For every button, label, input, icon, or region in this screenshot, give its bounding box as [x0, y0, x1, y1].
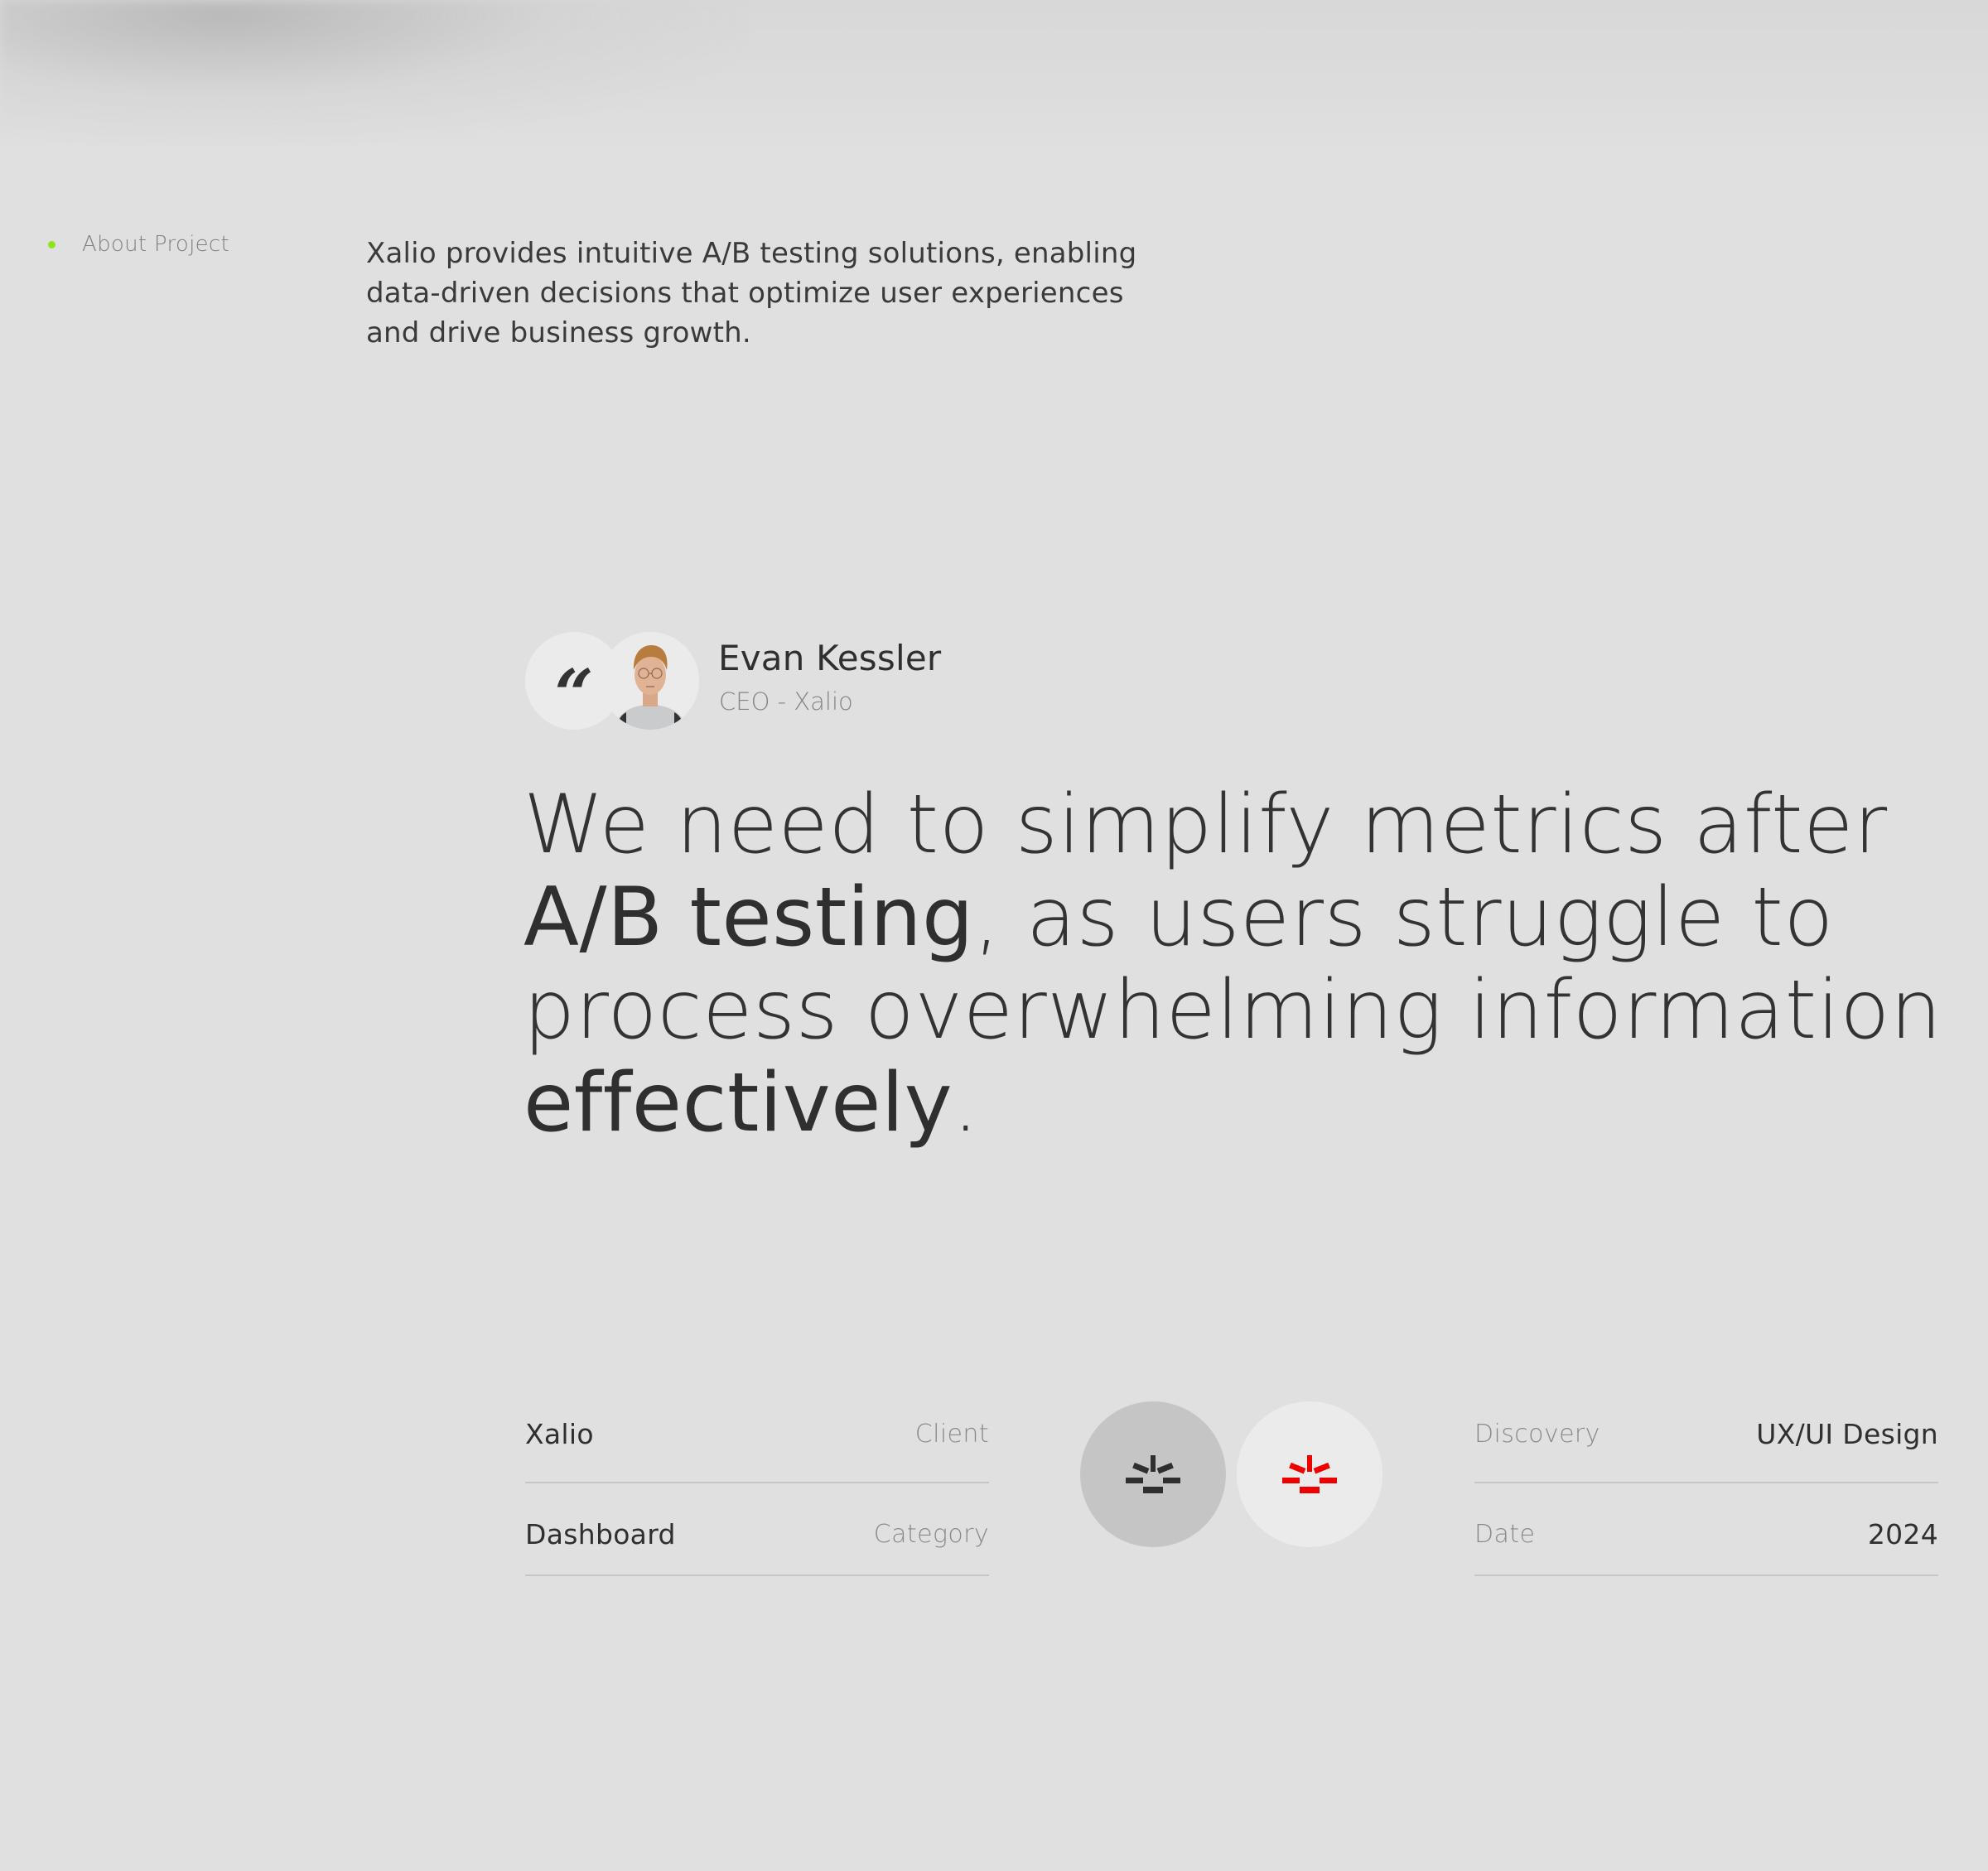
- detail-row-client: Xalio Client: [525, 1390, 989, 1483]
- avatar-photo: [601, 632, 699, 730]
- testimonial-quote: We need to simplify metrics after A/B te…: [524, 779, 1965, 1150]
- category-label: Category: [873, 1519, 989, 1549]
- project-details-left: Xalio Client Dashboard Category: [525, 1390, 989, 1576]
- quote-open-icon: “: [554, 655, 594, 735]
- discovery-label: Discovery: [1474, 1420, 1600, 1449]
- quote-emphasis: A/B testing: [524, 870, 974, 965]
- quote-segment: We need to simplify metrics after: [524, 778, 1888, 872]
- client-value: Xalio: [525, 1418, 594, 1450]
- detail-row-category: Dashboard Category: [525, 1483, 989, 1576]
- xalio-logo-red: [1237, 1401, 1382, 1547]
- about-project-label: About Project: [48, 232, 229, 257]
- detail-row-discovery: Discovery UX/UI Design: [1474, 1390, 1938, 1483]
- discovery-value: UX/UI Design: [1756, 1418, 1938, 1450]
- sunrise-bars-icon: [1126, 1455, 1180, 1493]
- blurred-header-band: [0, 0, 1988, 157]
- client-label: Client: [914, 1420, 989, 1449]
- bullet-dot-icon: [48, 240, 55, 248]
- date-label: Date: [1474, 1519, 1536, 1549]
- xalio-logo-dark: [1080, 1401, 1226, 1547]
- sunrise-bars-icon: [1282, 1455, 1337, 1493]
- author-role: CEO - Xalio: [719, 687, 853, 716]
- about-project-description: Xalio provides intuitive A/B testing sol…: [366, 237, 1137, 350]
- date-value: 2024: [1867, 1517, 1938, 1550]
- about-project-heading: About Project: [82, 232, 229, 257]
- quote-segment: .: [953, 1056, 979, 1150]
- quote-emphasis: effectively: [524, 1056, 953, 1150]
- avatar: [601, 632, 699, 730]
- detail-row-date: Date 2024: [1474, 1483, 1938, 1576]
- category-value: Dashboard: [525, 1517, 676, 1550]
- project-details-right: Discovery UX/UI Design Date 2024: [1474, 1390, 1938, 1576]
- author-name: Evan Kessler: [718, 638, 942, 678]
